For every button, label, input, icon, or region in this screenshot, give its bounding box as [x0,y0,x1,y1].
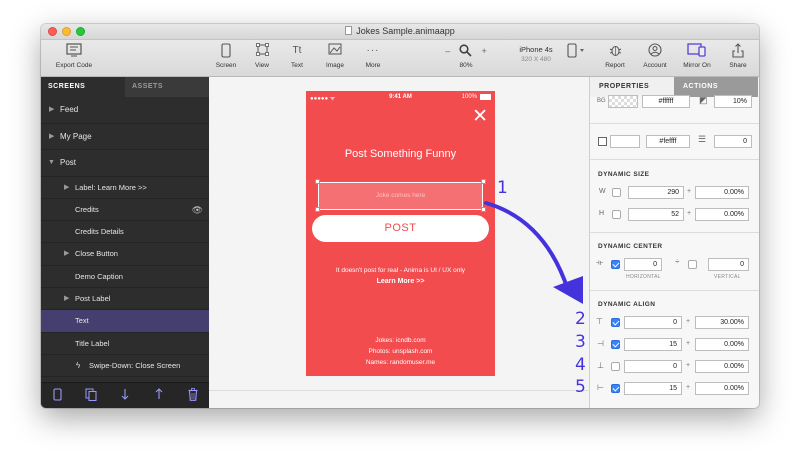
annotation-arrow [484,201,583,304]
annotation-number-2: 2 [575,309,586,329]
annotation-number-4: 4 [575,355,586,375]
annotation-number-1: 1 [497,178,508,198]
annotation-number-5: 5 [575,377,586,397]
annotation-number-3: 3 [575,332,586,352]
